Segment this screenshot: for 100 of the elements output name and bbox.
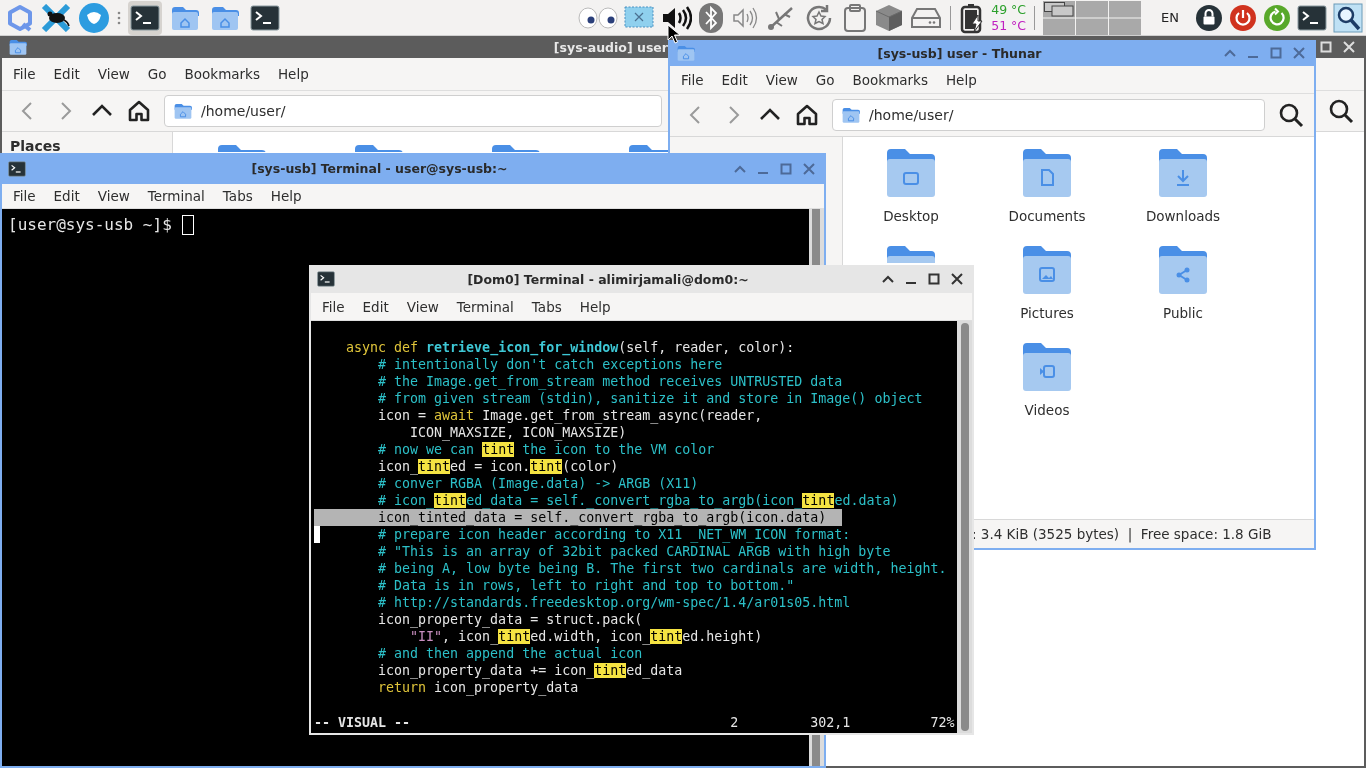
folder-icon[interactable] (1021, 147, 1073, 199)
maximize-icon[interactable] (927, 272, 941, 286)
cube-icon[interactable] (874, 2, 905, 33)
editor-mode: -- VISUAL -- (314, 714, 412, 731)
code-line: # the Image.get_from_stream method receives UNTRUSTED data (377, 373, 843, 390)
code-line: # prepare icon header according to X11 _NET_WM_ICON format: (314, 526, 851, 543)
menu-item[interactable]: Edit (44, 188, 89, 204)
clipboard-icon[interactable] (842, 2, 869, 33)
sidebar-heading: Places (10, 138, 62, 154)
bluetooth-icon[interactable] (698, 1, 725, 34)
code-line: # Data is in rows, left to right and top to bottom." (377, 577, 795, 594)
code-line: async def retrieve_icon_for_window(self, reader, color): (345, 339, 795, 356)
menu-item[interactable]: View (88, 66, 139, 82)
folder-name[interactable]: Downloads (1145, 208, 1221, 224)
menu-item[interactable]: File (672, 71, 713, 88)
keyboard-layout[interactable]: EN (1161, 10, 1179, 25)
menu-item[interactable]: Go (806, 71, 844, 88)
menu-item[interactable]: View (397, 298, 448, 315)
folder-icon[interactable] (1157, 244, 1209, 296)
search-icon[interactable] (1328, 98, 1354, 124)
folder-icon[interactable] (885, 147, 937, 199)
menu-item[interactable]: Terminal (447, 298, 523, 315)
location-field[interactable]: /home/user/ (164, 95, 662, 127)
title-bar[interactable]: [Dom0] Terminal - alimirjamali@dom0:~ (311, 265, 972, 293)
terminal-icon (8, 160, 26, 177)
hexagon-logo-icon[interactable] (6, 3, 34, 32)
code-line: # intentionally don't catch exceptions here (377, 356, 723, 373)
window-title: [sys-audio] user (552, 39, 668, 55)
code-line: icon_property_data += icon_tinted_data (377, 662, 683, 679)
code-line: # http://standards.freedesktop.org/wm-spec/1.4/ar01s05.html (377, 594, 851, 611)
code-line: # from given stream (stdin), sanitize it and store in Image() object (377, 390, 923, 407)
folder-name[interactable]: Public (1163, 305, 1203, 321)
temperature-reading: 51 °C (991, 17, 1027, 34)
code-line: # now we can tint the icon to the VM color (377, 441, 715, 458)
text-cursor (181, 215, 194, 235)
code-line: # being A, low byte being B. The first two cardinals are width, height. (377, 560, 947, 577)
scrollbar[interactable] (809, 209, 824, 266)
code-line: icon_property_data = struct.pack( (377, 611, 643, 628)
battery-icon[interactable] (959, 1, 986, 34)
folder-icon[interactable] (1021, 341, 1073, 393)
terminal-icon (130, 4, 160, 31)
eyes-icon[interactable] (578, 6, 619, 29)
folder-name[interactable]: Pictures (1020, 305, 1074, 321)
terminal-icon[interactable] (1297, 4, 1327, 31)
window-title: [Dom0] Terminal - alimirjamali@dom0:~ (466, 271, 750, 287)
code-line: ICON_MAXSIZE, ICON_MAXSIZE) (409, 424, 627, 441)
scroll-percent: 72% (930, 714, 955, 731)
terminal-icon (250, 4, 280, 31)
search-icon[interactable] (1278, 102, 1304, 128)
lock-icon[interactable] (1195, 3, 1223, 32)
taskbar-button[interactable] (128, 0, 162, 35)
zoom-icon[interactable] (1333, 2, 1363, 33)
drive-icon[interactable] (910, 5, 943, 30)
workspace-switcher[interactable] (1043, 0, 1142, 35)
menu-item[interactable]: File (4, 66, 45, 82)
menu-item[interactable]: Help (261, 188, 311, 204)
menu-item[interactable]: View (756, 71, 807, 88)
menu-item[interactable]: Help (268, 66, 318, 82)
home-folder-icon (8, 38, 28, 56)
code-line: return icon_property_data (377, 679, 579, 696)
screenshot-icon[interactable] (624, 5, 655, 30)
menu-item[interactable]: Bookmarks (843, 71, 937, 88)
menu-item[interactable]: Edit (353, 298, 398, 315)
restart-icon[interactable] (1263, 3, 1291, 32)
mouse-cross-icon[interactable] (40, 3, 72, 32)
home-folder-icon (173, 102, 193, 120)
round-launcher-icon[interactable] (78, 1, 110, 34)
window-title: [sys-usb] Terminal - user@sys-usb:~ (250, 161, 509, 176)
menu-item[interactable]: Help (936, 71, 986, 88)
folder-icon[interactable] (1021, 244, 1073, 296)
menu-item[interactable]: Edit (44, 66, 89, 82)
menu-item[interactable]: Tabs (522, 298, 571, 315)
menu-item[interactable]: Terminal (138, 188, 214, 204)
code-line: icon = await Image.get_from_stream_async(reader, (377, 407, 763, 424)
code-line: # and then append the actual icon (377, 645, 643, 662)
temperature-reading: 49 °C (991, 1, 1027, 18)
drag-handle-icon[interactable] (116, 9, 122, 26)
shell-prompt: [user@sys-usb ~]$ (8, 214, 172, 236)
folder-name[interactable]: Documents (1008, 208, 1086, 224)
menu-item[interactable]: File (313, 298, 354, 315)
home-icon[interactable] (795, 103, 819, 127)
folder-name[interactable]: Videos (1024, 402, 1070, 418)
home-folder-icon (841, 106, 861, 124)
home-icon[interactable] (127, 99, 151, 123)
close-icon[interactable] (950, 272, 964, 286)
folder-name[interactable]: Desktop (883, 208, 939, 224)
menu-item[interactable]: Tabs (213, 188, 262, 204)
selection-count: 2 (730, 714, 740, 731)
code-line: # "This is an array of 32bit packed CARDINAL ARGB with high byte (377, 543, 891, 560)
power-icon[interactable] (1229, 3, 1257, 32)
location-field[interactable]: /home/user/ (832, 99, 1265, 131)
menu-item[interactable]: Help (570, 298, 620, 315)
folder-icon[interactable] (1157, 147, 1209, 199)
menu-item[interactable]: Edit (712, 71, 757, 88)
menu-item[interactable]: Bookmarks (175, 66, 269, 82)
menu-item[interactable]: View (88, 188, 139, 204)
code-line: # conver RGBA (Image.data) -> ARGB (X11) (377, 475, 699, 492)
menu-item[interactable]: Go (138, 66, 176, 82)
scrollbar[interactable] (809, 733, 824, 766)
menu-item[interactable]: File (4, 188, 45, 204)
